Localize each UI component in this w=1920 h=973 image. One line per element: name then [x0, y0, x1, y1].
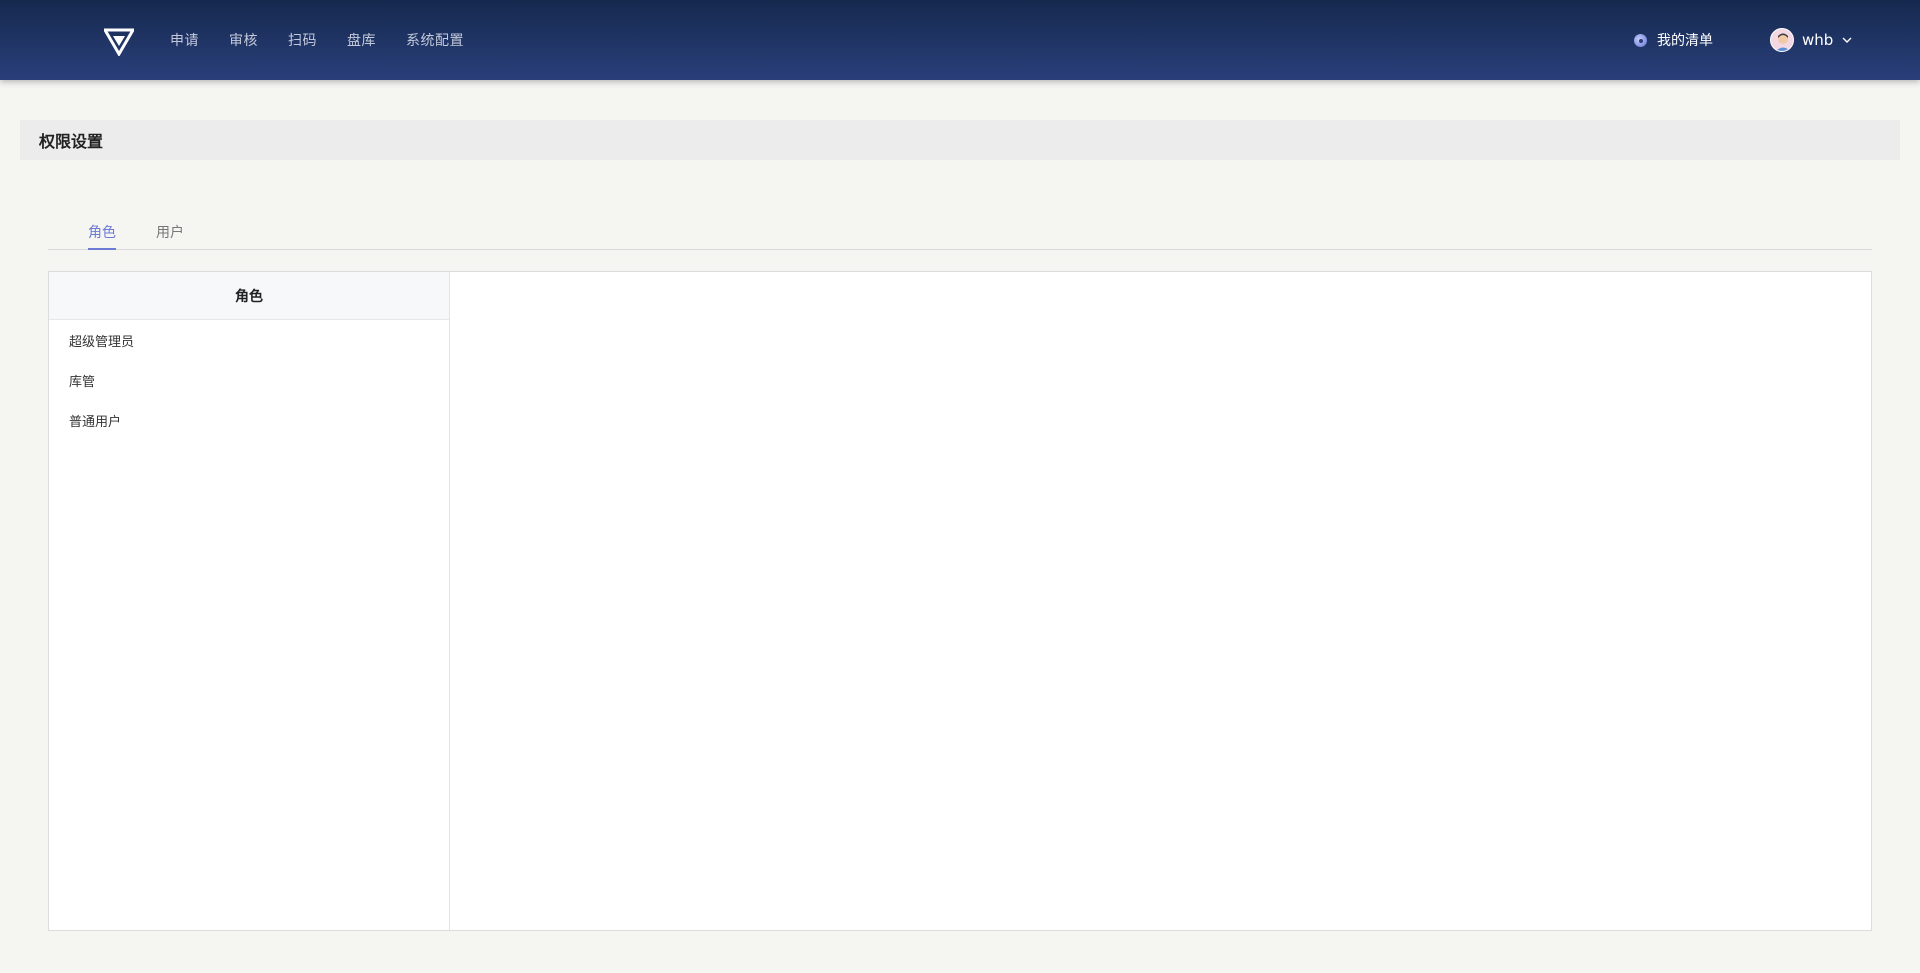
avatar [1770, 28, 1794, 52]
page-header: 权限设置 [20, 120, 1900, 160]
role-item-regular-user[interactable]: 普通用户 [49, 400, 449, 440]
logo-icon[interactable] [104, 28, 134, 56]
user-menu[interactable]: whb [1770, 0, 1853, 80]
permission-panel: 角色 超级管理员 库管 普通用户 [48, 271, 1872, 931]
my-list-label: 我的清单 [1657, 33, 1713, 49]
nav-item-system-config[interactable]: 系统配置 [406, 30, 464, 50]
role-item-super-admin[interactable]: 超级管理员 [49, 320, 449, 360]
permission-detail-area [451, 272, 1871, 930]
nav-item-scan[interactable]: 扫码 [288, 30, 317, 50]
nav-item-review[interactable]: 审核 [229, 30, 258, 50]
nav-item-inventory[interactable]: 盘库 [347, 30, 376, 50]
page-title: 权限设置 [39, 132, 104, 151]
role-item-warehouse-keeper[interactable]: 库管 [49, 360, 449, 400]
active-tab-indicator [88, 248, 116, 250]
user-avatar-icon [1771, 29, 1793, 51]
tab-users[interactable]: 用户 [156, 222, 184, 252]
role-column: 角色 超级管理员 库管 普通用户 [49, 272, 450, 930]
chevron-down-icon [1842, 37, 1852, 43]
main-nav: 申请 审核 扫码 盘库 系统配置 [170, 0, 464, 80]
nav-item-apply[interactable]: 申请 [170, 30, 199, 50]
role-column-header: 角色 [49, 272, 449, 320]
my-list-link[interactable]: 我的清单 [1634, 0, 1713, 80]
circle-dot-icon [1634, 33, 1647, 47]
role-list: 超级管理员 库管 普通用户 [49, 320, 449, 440]
username: whb [1802, 31, 1834, 49]
top-navbar: 申请 审核 扫码 盘库 系统配置 我的清单 whb [0, 0, 1920, 80]
tab-bar: 角色 用户 [48, 214, 1872, 250]
